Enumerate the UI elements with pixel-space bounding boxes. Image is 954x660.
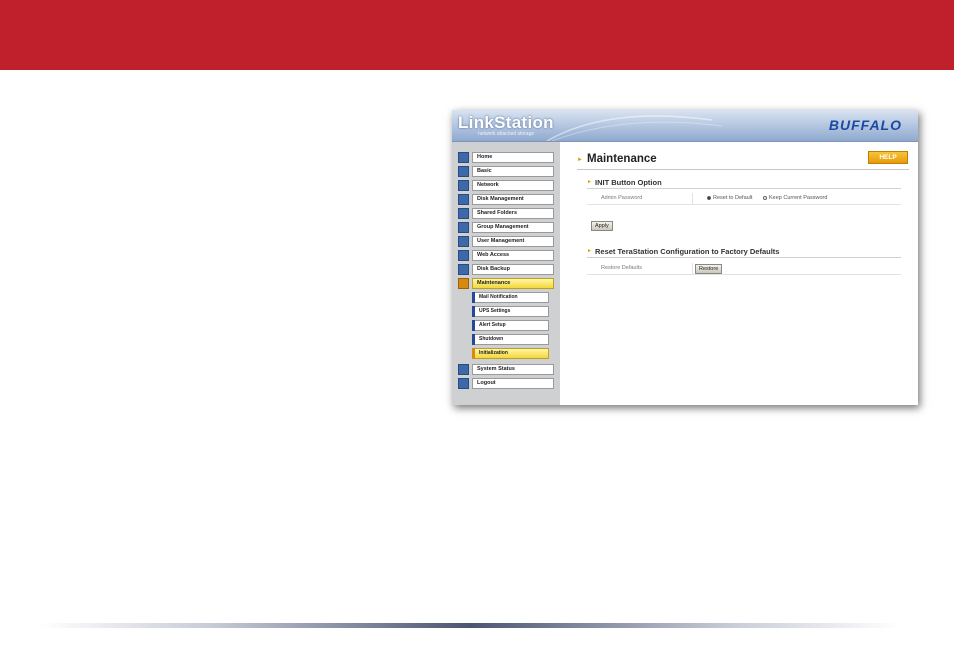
sidebar-item-shared-folders[interactable]: Shared Folders (458, 208, 554, 219)
home-icon (458, 152, 469, 163)
subnav-item-label: Initialization (475, 348, 549, 359)
sidebar-item-system-status[interactable]: System Status (458, 364, 554, 375)
section-heading-init-button: ► INIT Button Option (587, 178, 901, 189)
admin-password-row: Admin Password Reset to Default Keep Cur… (587, 193, 901, 205)
top-banner (0, 0, 954, 70)
section-bullet-icon: ► (587, 248, 592, 254)
app-header: LinkStation network attached storage BUF… (452, 110, 918, 142)
section-heading-text: Reset TeraStation Configuration to Facto… (595, 247, 780, 256)
sidebar-item-label: Basic (472, 166, 554, 177)
restore-defaults-row: Restore Defaults Restore (587, 263, 901, 275)
subnav-item-label: Alert Setup (475, 320, 549, 331)
sidebar-item-web-access[interactable]: Web Access (458, 250, 554, 261)
restore-button[interactable]: Restore (695, 264, 723, 274)
sidebar-item-label: User Management (472, 236, 554, 247)
sidebar-item-label: Web Access (472, 250, 554, 261)
product-logo: LinkStation (458, 113, 554, 132)
row-divider (692, 193, 693, 204)
subnav-item-label: Shutdown (475, 334, 549, 345)
basic-icon (458, 166, 469, 177)
system-status-icon (458, 364, 469, 375)
web-access-icon (458, 250, 469, 261)
sidebar-item-label: Group Management (472, 222, 554, 233)
subnav-item-label: Mail Notification (475, 292, 549, 303)
network-icon (458, 180, 469, 191)
sidebar-item-group-management[interactable]: Group Management (458, 222, 554, 233)
sidebar-item-label: Disk Management (472, 194, 554, 205)
subnav-item-alert-setup[interactable]: Alert Setup (472, 320, 549, 331)
user-management-icon (458, 236, 469, 247)
page-title: Maintenance (587, 153, 657, 165)
disk-backup-icon (458, 264, 469, 275)
section-heading-factory-defaults: ► Reset TeraStation Configuration to Fac… (587, 247, 901, 258)
main-content: ► Maintenance HELP ► INIT Button Option … (560, 142, 918, 405)
sidebar-item-maintenance[interactable]: Maintenance (458, 278, 554, 289)
radio-label: Keep Current Password (769, 195, 828, 201)
subnav-item-ups-settings[interactable]: UPS Settings (472, 306, 549, 317)
group-management-icon (458, 222, 469, 233)
subnav-item-shutdown[interactable]: Shutdown (472, 334, 549, 345)
subnav-item-mail-notification[interactable]: Mail Notification (472, 292, 549, 303)
sidebar-item-label: System Status (472, 364, 554, 375)
radio-label: Reset to Default (713, 195, 753, 201)
apply-button[interactable]: Apply (591, 221, 613, 231)
disk-management-icon (458, 194, 469, 205)
logout-icon (458, 378, 469, 389)
title-bullet-icon: ► (577, 157, 583, 163)
product-subtitle: network attached storage (478, 131, 535, 137)
help-button[interactable]: HELP (868, 151, 908, 164)
sidebar-item-disk-management[interactable]: Disk Management (458, 194, 554, 205)
sidebar-nav: Home Basic Network Disk Management Share… (452, 142, 560, 405)
radio-reset-to-default[interactable]: Reset to Default (707, 195, 752, 201)
sidebar-item-network[interactable]: Network (458, 180, 554, 191)
shared-folders-icon (458, 208, 469, 219)
maintenance-icon (458, 278, 469, 289)
radio-keep-current-password[interactable]: Keep Current Password (763, 195, 827, 201)
brand-logo: BUFFALO (828, 117, 902, 133)
row-divider (692, 263, 693, 274)
subnav-item-label: UPS Settings (475, 306, 549, 317)
sidebar-item-logout[interactable]: Logout (458, 378, 554, 389)
sidebar-item-label: Shared Folders (472, 208, 554, 219)
sidebar-item-label: Network (472, 180, 554, 191)
sidebar-item-disk-backup[interactable]: Disk Backup (458, 264, 554, 275)
linkstation-screenshot: LinkStation network attached storage BUF… (452, 110, 918, 405)
sidebar-item-home[interactable]: Home (458, 152, 554, 163)
section-bullet-icon: ► (587, 179, 592, 185)
sidebar-item-label: Disk Backup (472, 264, 554, 275)
radio-unchecked-icon (763, 195, 767, 200)
sidebar-item-user-management[interactable]: User Management (458, 236, 554, 247)
sidebar-item-label: Home (472, 152, 554, 163)
sidebar-item-label: Maintenance (472, 278, 554, 289)
sidebar-item-label: Logout (472, 378, 554, 389)
admin-password-label: Admin Password (601, 195, 643, 201)
sidebar-item-basic[interactable]: Basic (458, 166, 554, 177)
restore-defaults-label: Restore Defaults (601, 265, 642, 271)
footer-gradient-rule (40, 623, 900, 628)
section-heading-text: INIT Button Option (595, 178, 662, 187)
radio-checked-icon (707, 195, 711, 200)
subnav-item-initialization[interactable]: Initialization (472, 348, 549, 359)
page-title-bar: ► Maintenance (577, 153, 909, 170)
